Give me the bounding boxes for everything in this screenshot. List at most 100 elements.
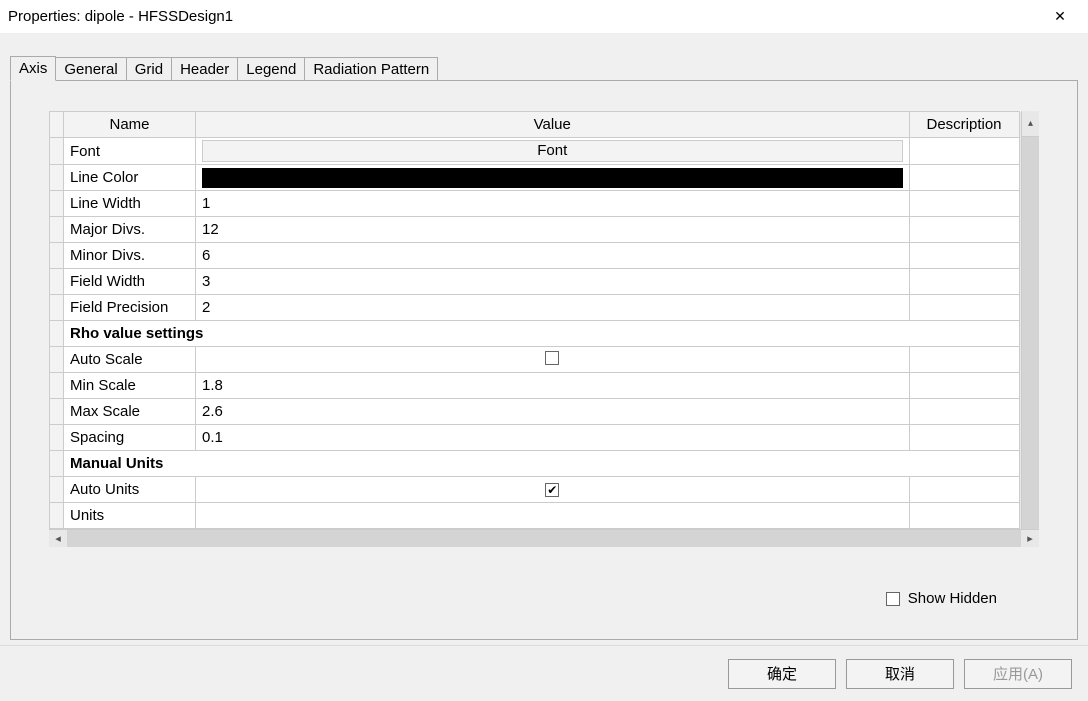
font-button[interactable]: Font [202,140,903,162]
close-icon: ✕ [1054,8,1066,25]
row-selector-header [50,112,64,138]
row-handle[interactable] [50,165,64,191]
prop-value-cell[interactable] [196,347,910,373]
tab-header[interactable]: Header [171,57,238,81]
row-auto-scale: Auto Scale [50,347,1040,373]
row-font: Font Font [50,138,1040,165]
prop-value[interactable] [196,503,910,529]
tab-panel: ▴ Name Value [10,80,1078,640]
vertical-scrollbar[interactable] [1021,137,1039,529]
prop-name: Line Width [64,191,196,217]
chevron-up-icon: ▴ [1028,118,1033,129]
ok-button[interactable]: 确定 [728,659,836,689]
prop-name: Auto Units [64,477,196,503]
prop-desc[interactable] [909,425,1019,451]
horizontal-scrollbar[interactable]: ◂ ▸ [49,529,1039,547]
prop-value[interactable]: 0.1 [196,425,910,451]
tab-grid[interactable]: Grid [126,57,172,81]
dialog-footer: 确定 取消 应用(A) [0,645,1088,701]
prop-desc[interactable] [909,373,1019,399]
row-handle[interactable] [50,217,64,243]
row-minor-divs: Minor Divs. 6 [50,243,1040,269]
apply-button[interactable]: 应用(A) [964,659,1072,689]
prop-name: Line Color [64,165,196,191]
column-description[interactable]: Description [909,112,1019,138]
cancel-button[interactable]: 取消 [846,659,954,689]
prop-value-cell[interactable] [196,165,910,191]
row-handle[interactable] [50,295,64,321]
row-units: Units [50,503,1040,529]
prop-value[interactable]: 3 [196,269,910,295]
prop-value[interactable]: 12 [196,217,910,243]
tab-radiation-pattern[interactable]: Radiation Pattern [304,57,438,81]
window-title: Properties: dipole - HFSSDesign1 [8,8,1040,25]
row-group-rho: Rho value settings [50,321,1040,347]
property-grid: Name Value Description Font Font [49,111,1039,529]
checkbox-auto-scale[interactable] [545,351,559,365]
prop-desc[interactable] [909,295,1019,321]
close-button[interactable]: ✕ [1040,2,1080,32]
prop-desc[interactable] [909,477,1019,503]
prop-desc[interactable] [909,243,1019,269]
prop-desc[interactable] [909,191,1019,217]
row-handle[interactable] [50,321,64,347]
tab-general[interactable]: General [55,57,126,81]
row-handle[interactable] [50,503,64,529]
prop-name: Font [64,138,196,165]
prop-value[interactable]: 6 [196,243,910,269]
prop-name: Field Width [64,269,196,295]
tabstrip: Axis General Grid Header Legend Radiatio… [10,52,1078,80]
row-handle[interactable] [50,451,64,477]
row-spacing: Spacing 0.1 [50,425,1040,451]
scroll-right-button[interactable]: ▸ [1021,530,1039,548]
checkbox-show-hidden[interactable] [886,592,900,606]
prop-desc[interactable] [909,217,1019,243]
prop-name: Min Scale [64,373,196,399]
prop-desc[interactable] [909,347,1019,373]
prop-value[interactable]: 2.6 [196,399,910,425]
column-name[interactable]: Name [64,112,196,138]
chevron-left-icon: ◂ [55,532,61,545]
scroll-up-button[interactable]: ▴ [1021,111,1039,137]
show-hidden-label: Show Hidden [908,590,997,607]
row-line-width: Line Width 1 [50,191,1040,217]
prop-value[interactable]: 1 [196,191,910,217]
prop-desc[interactable] [909,138,1019,165]
row-handle[interactable] [50,425,64,451]
row-handle[interactable] [50,399,64,425]
prop-name: Auto Scale [64,347,196,373]
property-grid-container: ▴ Name Value [49,111,1039,547]
prop-value-cell[interactable]: Font [196,138,910,165]
group-header: Manual Units [64,451,1020,477]
prop-name: Major Divs. [64,217,196,243]
row-handle[interactable] [50,243,64,269]
color-swatch[interactable] [202,168,903,188]
row-handle[interactable] [50,477,64,503]
row-group-manual-units: Manual Units [50,451,1040,477]
prop-value-cell[interactable]: ✔ [196,477,910,503]
prop-desc[interactable] [909,399,1019,425]
prop-name: Spacing [64,425,196,451]
group-header: Rho value settings [64,321,1020,347]
column-value[interactable]: Value [196,112,910,138]
prop-desc[interactable] [909,165,1019,191]
chevron-right-icon: ▸ [1027,532,1033,545]
prop-desc[interactable] [909,503,1019,529]
prop-name: Max Scale [64,399,196,425]
show-hidden-control: Show Hidden [886,590,997,607]
row-handle[interactable] [50,269,64,295]
scroll-left-button[interactable]: ◂ [49,530,67,548]
prop-value[interactable]: 1.8 [196,373,910,399]
prop-value[interactable]: 2 [196,295,910,321]
prop-name: Minor Divs. [64,243,196,269]
row-handle[interactable] [50,347,64,373]
checkbox-auto-units[interactable]: ✔ [545,483,559,497]
row-handle[interactable] [50,191,64,217]
row-handle[interactable] [50,138,64,165]
prop-desc[interactable] [909,269,1019,295]
tab-legend[interactable]: Legend [237,57,305,81]
tab-axis[interactable]: Axis [10,56,56,81]
properties-dialog: Properties: dipole - HFSSDesign1 ✕ Axis … [0,0,1088,701]
row-handle[interactable] [50,373,64,399]
hscroll-track[interactable] [67,530,1021,547]
